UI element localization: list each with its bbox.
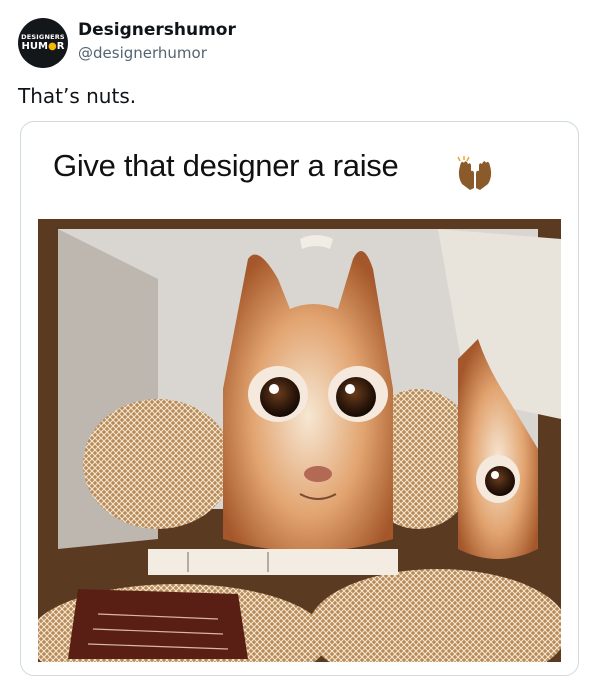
- author-handle[interactable]: @designerhumor: [78, 44, 236, 62]
- tweet-header: DESIGNERS HUM●R Designershumor @designer…: [18, 14, 578, 70]
- author-names: Designershumor @designerhumor: [78, 20, 236, 62]
- media-card[interactable]: Give that designer a raise: [20, 121, 579, 676]
- raised-hands-icon: [457, 156, 492, 190]
- avatar-text-bottom: HUM●R: [21, 40, 65, 52]
- meme-caption: Give that designer a raise: [53, 148, 399, 183]
- author-display-name[interactable]: Designershumor: [78, 20, 236, 40]
- product-photo: [38, 219, 561, 662]
- avatar[interactable]: DESIGNERS HUM●R: [18, 18, 68, 68]
- tweet-text: That’s nuts.: [18, 84, 137, 108]
